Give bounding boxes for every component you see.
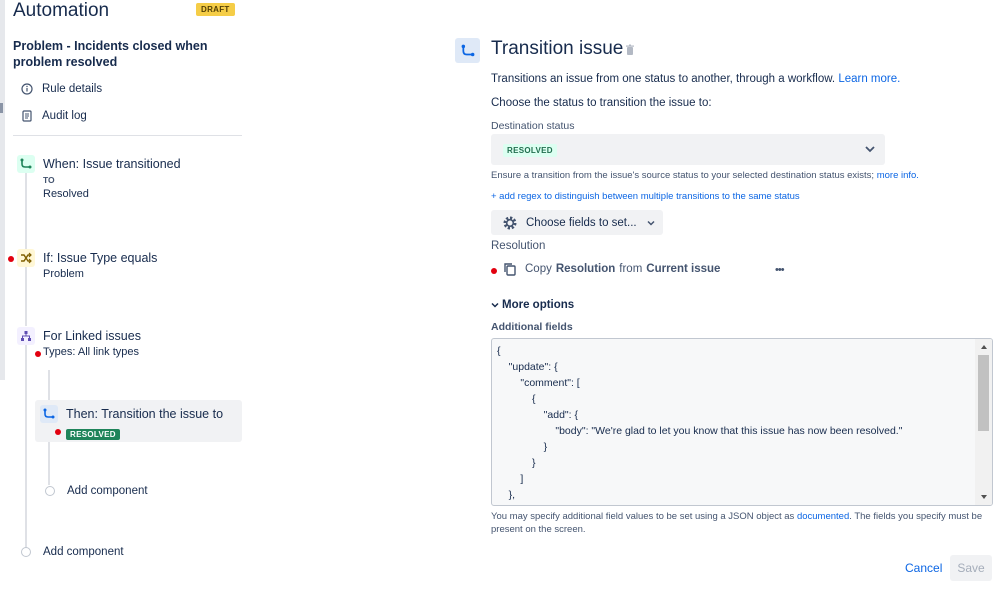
add-component-inner[interactable]: Add component xyxy=(45,485,148,497)
error-indicator xyxy=(55,429,61,435)
add-component-outer[interactable]: Add component xyxy=(21,546,124,558)
choose-fields-label: Choose fields to set... xyxy=(526,216,637,229)
destination-status-select[interactable]: RESOLVED xyxy=(491,134,885,165)
choose-prompt: Choose the status to transition the issu… xyxy=(491,97,712,109)
sidebar-item-label: Audit log xyxy=(42,109,87,122)
step-value: Resolved xyxy=(43,188,89,200)
json-line: "update": { xyxy=(497,361,558,373)
error-indicator xyxy=(491,268,497,274)
step-value: Problem xyxy=(43,268,84,280)
cancel-button[interactable]: Cancel xyxy=(905,561,942,575)
rule-name: Problem - Incidents closed when problem … xyxy=(13,39,208,69)
json-line: { xyxy=(497,345,501,357)
json-line: { xyxy=(497,393,536,405)
more-info-link[interactable]: more info. xyxy=(877,170,919,181)
transition-icon xyxy=(40,405,58,423)
error-indicator xyxy=(8,256,14,262)
json-line: } xyxy=(497,441,548,453)
copy-icon xyxy=(504,263,516,276)
copy-field-row[interactable]: Copy Resolution from Current issue xyxy=(503,262,720,276)
chevron-down-icon xyxy=(491,302,499,308)
transition-icon xyxy=(455,38,480,63)
chevron-down-icon xyxy=(865,146,875,153)
save-button[interactable]: Save xyxy=(950,555,992,581)
status-lozenge: RESOLVED xyxy=(66,429,120,440)
left-edge-marker xyxy=(0,103,3,113)
json-line: ] xyxy=(497,473,524,485)
additional-fields-editor[interactable]: { "update": { "comment": [ { "add": { "b… xyxy=(491,338,993,506)
scroll-up-icon[interactable] xyxy=(980,344,988,350)
step-keyword: TO xyxy=(43,175,55,185)
json-line: "comment": [ xyxy=(497,377,580,389)
add-node-icon xyxy=(45,486,55,496)
destination-hint: Ensure a transition from the issue's sou… xyxy=(491,170,919,181)
step-value: Types: All link types xyxy=(43,346,139,358)
description-text: Transitions an issue from one status to … xyxy=(491,73,836,85)
json-line: "body": "We're glad to let you know that… xyxy=(497,425,903,437)
choose-fields-button[interactable]: Choose fields to set... xyxy=(491,210,663,235)
additional-fields-help: You may specify additional field values … xyxy=(491,510,991,536)
sidebar-item-label: Rule details xyxy=(42,82,103,95)
resolution-label: Resolution xyxy=(491,240,546,252)
documented-link[interactable]: documented xyxy=(797,511,849,522)
gear-icon xyxy=(503,216,517,229)
editor-scrollbar[interactable] xyxy=(975,339,992,505)
step-title: When: Issue transitioned xyxy=(43,157,181,171)
add-component-label: Add component xyxy=(67,485,148,497)
copy-middle: from xyxy=(619,263,643,275)
help-text: You may specify additional field values … xyxy=(491,511,795,522)
step-title: Then: Transition the issue to xyxy=(66,407,224,421)
json-line: } xyxy=(497,457,536,469)
hint-text: Ensure a transition from the issue's sou… xyxy=(491,170,875,181)
add-regex-link[interactable]: + add regex to distinguish between multi… xyxy=(491,191,800,202)
copy-prefix: Copy xyxy=(525,263,552,275)
sidebar-item-audit-log[interactable]: Audit log xyxy=(20,109,87,122)
shuffle-icon xyxy=(17,249,35,267)
transition-icon xyxy=(17,155,35,173)
copy-source: Current issue xyxy=(646,263,721,275)
add-component-label: Add component xyxy=(43,546,124,558)
scrollbar-thumb[interactable] xyxy=(978,355,989,431)
error-indicator xyxy=(35,351,41,357)
hierarchy-icon xyxy=(17,327,35,345)
more-options-toggle[interactable]: More options xyxy=(491,299,574,311)
flow-connector xyxy=(25,344,27,549)
step-title: For Linked issues xyxy=(43,329,141,343)
document-icon xyxy=(20,109,33,122)
divider xyxy=(13,135,242,136)
left-edge-scroll-track xyxy=(0,0,5,380)
panel-description: Transitions an issue from one status to … xyxy=(491,73,900,85)
condition-step[interactable]: If: Issue Type equals Problem xyxy=(17,249,157,282)
more-options-label: More options xyxy=(502,299,575,311)
add-node-icon xyxy=(21,547,31,557)
status-badge: DRAFT xyxy=(196,3,235,16)
panel-title: Transition issue xyxy=(491,38,624,59)
learn-more-link[interactable]: Learn more. xyxy=(838,73,900,85)
json-line: "add": { xyxy=(497,409,578,421)
scroll-down-icon[interactable] xyxy=(980,494,988,500)
step-title: If: Issue Type equals xyxy=(43,251,158,265)
additional-fields-label: Additional fields xyxy=(491,321,573,333)
trigger-step[interactable]: When: Issue transitioned TO Resolved xyxy=(17,155,181,202)
info-icon xyxy=(20,82,33,95)
chevron-down-icon xyxy=(647,220,655,226)
app-title: Automation xyxy=(13,0,110,21)
copy-field: Resolution xyxy=(555,263,616,275)
status-lozenge: RESOLVED xyxy=(503,144,557,157)
json-line: }, xyxy=(497,489,516,501)
more-actions-icon[interactable]: ••• xyxy=(775,264,785,276)
action-step[interactable]: Then: Transition the issue to xyxy=(40,405,223,423)
trash-icon[interactable] xyxy=(625,44,635,56)
sidebar-item-rule-details[interactable]: Rule details xyxy=(20,82,102,95)
destination-status-label: Destination status xyxy=(491,120,575,132)
